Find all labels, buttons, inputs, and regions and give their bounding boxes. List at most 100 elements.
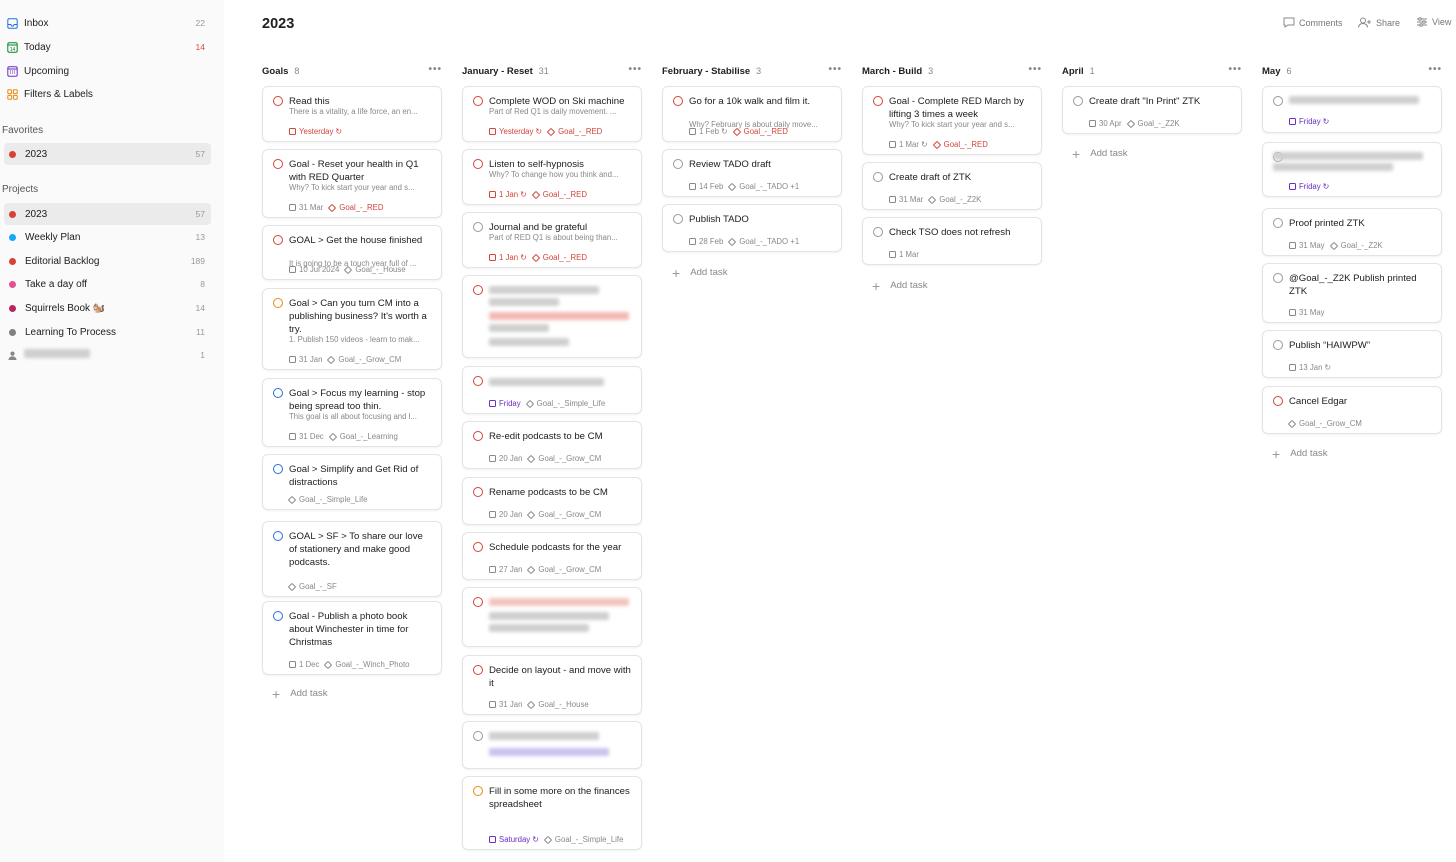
task-card[interactable]	[462, 587, 642, 647]
more-options-icon[interactable]: •••	[828, 64, 842, 75]
add-task-button[interactable]: + Add task	[672, 266, 728, 280]
task-checkbox[interactable]	[473, 597, 483, 607]
add-task-button[interactable]: + Add task	[1272, 447, 1328, 461]
task-card[interactable]: Goal - Complete RED March by lifting 3 t…	[862, 86, 1042, 155]
task-card[interactable]: Decide on layout - and move with it 31 Ja…	[462, 655, 642, 715]
redacted-text	[489, 748, 609, 756]
task-checkbox[interactable]	[473, 376, 483, 386]
sidebar-item-today[interactable]: 14 Today 14	[4, 36, 211, 58]
task-card[interactable]: GOAL > Get the house finished It is going…	[262, 225, 442, 280]
task-checkbox[interactable]	[273, 388, 283, 398]
task-meta: 31 Dec Goal_-_Learning	[289, 432, 435, 441]
task-checkbox[interactable]	[273, 531, 283, 541]
more-options-icon[interactable]: •••	[1028, 64, 1042, 75]
task-checkbox[interactable]	[473, 96, 483, 106]
task-card[interactable]: Goal > Can you turn CM into a publishing…	[262, 288, 442, 370]
project-item[interactable]: 2023 57	[4, 203, 211, 225]
task-card[interactable]: Proof printed ZTK 31 May Goal_-_Z2K	[1262, 208, 1442, 256]
task-checkbox[interactable]	[273, 159, 283, 169]
due-date: 1 Jan ↻	[489, 190, 527, 199]
task-checkbox[interactable]	[473, 731, 483, 741]
task-checkbox[interactable]	[273, 298, 283, 308]
project-item[interactable]: Editorial Backlog 189	[4, 250, 211, 272]
sidebar-item-upcoming[interactable]: Upcoming	[4, 60, 211, 82]
task-card[interactable]: Friday Goal_-_Simple_Life	[462, 366, 642, 414]
task-card[interactable]: Publish TADO 28 Feb Goal_-_TADO +1	[662, 204, 842, 252]
task-card[interactable]: Schedule podcasts for the year 27 Jan Goal…	[462, 532, 642, 580]
sidebar-item-inbox[interactable]: Inbox 22	[4, 12, 211, 34]
task-checkbox[interactable]	[473, 159, 483, 169]
add-task-button[interactable]: + Add task	[272, 687, 328, 701]
task-checkbox[interactable]	[273, 96, 283, 106]
project-item[interactable]: Take a day off 8	[4, 273, 211, 295]
task-checkbox[interactable]	[1273, 273, 1283, 283]
task-card[interactable]: Check TSO does not refresh 1 Mar	[862, 217, 1042, 265]
task-checkbox[interactable]	[473, 431, 483, 441]
task-card[interactable]	[462, 275, 642, 358]
task-card[interactable]: Publish “HAIWPW” 13 Jan ↻	[1262, 330, 1442, 378]
task-card[interactable]: Read this There is a vitality, a life for…	[262, 86, 442, 142]
task-card[interactable]: GOAL > SF > To share our love of station…	[262, 521, 442, 597]
favorite-item-2023[interactable]: 2023 57	[4, 143, 211, 165]
task-card[interactable]: Complete WOD on Ski machine Part of Red Q…	[462, 86, 642, 142]
view-button[interactable]: View	[1416, 17, 1451, 27]
task-checkbox[interactable]	[1273, 396, 1283, 406]
due-date-text: 31 May	[1299, 241, 1325, 250]
task-card[interactable]: Rename podcasts to be CM 20 Jan Goal_-_Gro…	[462, 477, 642, 525]
more-options-icon[interactable]: •••	[1428, 64, 1442, 75]
task-checkbox[interactable]	[673, 214, 683, 224]
task-checkbox[interactable]	[273, 611, 283, 621]
task-card[interactable]: Fill in some more on the finances spread…	[462, 776, 642, 850]
task-card[interactable]: Goal > Simplify and Get Rid of distracti…	[262, 454, 442, 510]
task-label-text: Goal_-_Grow_CM	[538, 565, 602, 574]
task-card[interactable]: Friday ↻	[1262, 142, 1442, 197]
add-task-button[interactable]: + Add task	[1072, 147, 1128, 161]
calendar-icon	[889, 251, 896, 258]
project-item[interactable]: Squirrels Book 🐿️ 14	[4, 297, 211, 319]
comments-button[interactable]: Comments	[1283, 17, 1343, 28]
task-checkbox[interactable]	[273, 235, 283, 245]
task-checkbox[interactable]	[873, 96, 883, 106]
label-tag-icon	[527, 510, 536, 519]
task-checkbox[interactable]	[473, 786, 483, 796]
task-card[interactable]: Friday ↻	[1262, 86, 1442, 133]
task-card[interactable]: Goal - Reset your health in Q1 with RED …	[262, 149, 442, 218]
more-options-icon[interactable]: •••	[1228, 64, 1242, 75]
task-card[interactable]: @Goal_-_Z2K Publish printed ZTK 31 May	[1262, 263, 1442, 323]
task-checkbox[interactable]	[1073, 96, 1083, 106]
task-card[interactable]: Listen to self-hypnosis Why? To change ho…	[462, 149, 642, 205]
task-checkbox[interactable]	[473, 487, 483, 497]
task-card[interactable]: Goal > Focus my learning - stop being sp…	[262, 378, 442, 447]
project-item[interactable]: Weekly Plan 13	[4, 226, 211, 248]
task-card[interactable]	[462, 721, 642, 769]
task-card[interactable]: Go for a 10k walk and film it. Why? Febru…	[662, 86, 842, 142]
project-item[interactable]: Learning To Process 11	[4, 321, 211, 343]
task-checkbox[interactable]	[673, 96, 683, 106]
task-checkbox[interactable]	[873, 227, 883, 237]
task-card[interactable]: Cancel Edgar Goal_-_Grow_CM	[1262, 386, 1442, 434]
project-item[interactable]: 1	[4, 344, 211, 366]
task-card[interactable]: Review TADO draft 14 Feb Goal_-_TADO +1	[662, 149, 842, 197]
task-checkbox[interactable]	[473, 285, 483, 295]
task-checkbox[interactable]	[473, 542, 483, 552]
task-card[interactable]: Journal and be grateful Part of RED Q1 is…	[462, 212, 642, 268]
sidebar-item-filters-labels[interactable]: Filters & Labels	[4, 83, 211, 105]
task-checkbox[interactable]	[473, 665, 483, 675]
add-task-label: Add task	[290, 688, 328, 699]
more-options-icon[interactable]: •••	[428, 64, 442, 75]
task-checkbox[interactable]	[1273, 218, 1283, 228]
task-checkbox[interactable]	[273, 464, 283, 474]
task-checkbox[interactable]	[873, 172, 883, 182]
task-checkbox[interactable]	[1273, 96, 1283, 106]
add-task-button[interactable]: + Add task	[872, 279, 928, 293]
task-card[interactable]: Create draft "In Print" ZTK 30 Apr Goal_-_…	[1062, 86, 1242, 134]
task-card[interactable]: Re-edit podcasts to be CM 20 Jan Goal_-_Gr…	[462, 421, 642, 469]
more-options-icon[interactable]: •••	[628, 64, 642, 75]
board: 2023 Comments Share View Goals 8 ••• Read t…	[224, 0, 1456, 862]
task-checkbox[interactable]	[673, 159, 683, 169]
task-card[interactable]: Create draft of ZTK 31 Mar Goal_-_Z2K	[862, 162, 1042, 210]
task-card[interactable]: Goal - Publish a photo book about Winche…	[262, 601, 442, 675]
task-checkbox[interactable]	[1273, 340, 1283, 350]
task-checkbox[interactable]	[473, 222, 483, 232]
share-button[interactable]: Share	[1358, 17, 1400, 28]
